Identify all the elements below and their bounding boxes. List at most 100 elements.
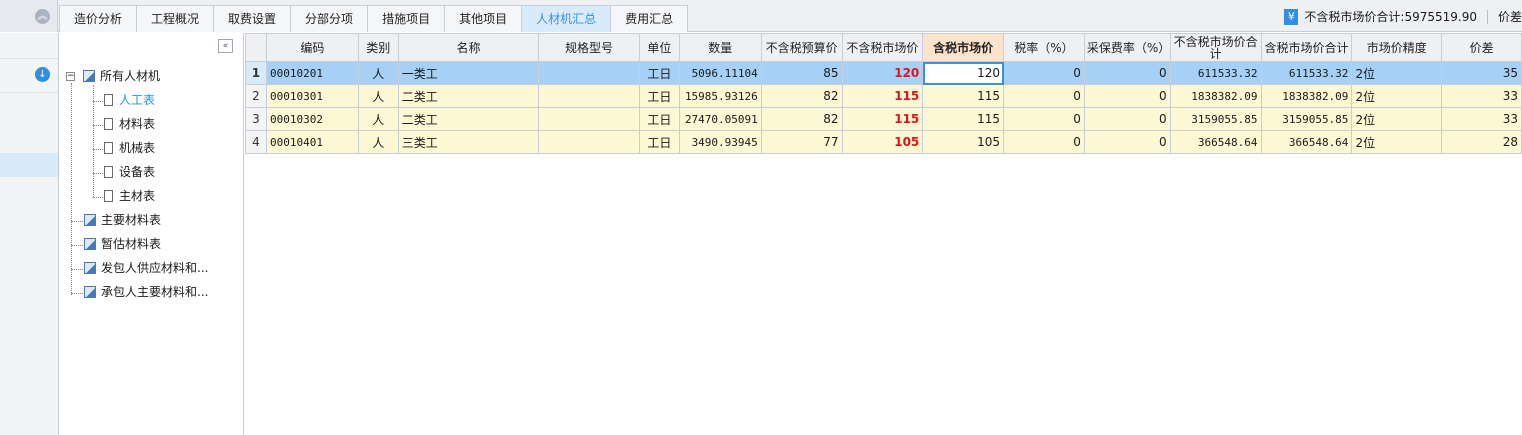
cell-fee-rate[interactable]: 0 (1083, 107, 1171, 131)
cell-budget[interactable]: 85 (760, 61, 843, 85)
column-header[interactable]: 类别 (357, 33, 399, 62)
tab-fee-settings[interactable]: 取费设置 (214, 5, 292, 32)
tree-item-key-materials[interactable]: 主要材料表 (84, 210, 161, 230)
column-header[interactable]: 采保费率（%） (1083, 33, 1171, 62)
cell-diff[interactable]: 33 (1441, 107, 1522, 131)
column-header-highlighted[interactable]: 含税市场价 (922, 33, 1005, 62)
tree-item-material[interactable]: 材料表 (104, 114, 155, 134)
cell-diff[interactable]: 28 (1441, 130, 1522, 154)
row-number-cell[interactable]: 2 (245, 84, 267, 108)
cell-market-tax[interactable]: 105 (922, 130, 1005, 154)
tab-cost-analysis[interactable]: 造价分析 (59, 5, 138, 32)
cell-tax-rate[interactable]: 0 (1003, 84, 1085, 108)
cell-name[interactable]: 二类工 (397, 84, 540, 108)
table-row[interactable]: 2 00010301 人二类工 工日 15985.93126 82 115 115 0 0 1838… (245, 84, 1522, 108)
cell-precision[interactable]: 2位 (1351, 61, 1443, 85)
left-nav-selected-item[interactable] (0, 153, 58, 177)
table-row[interactable]: 3 00010302 人二类工 工日 27470.05091 82 115 115 0 0 3159… (245, 107, 1522, 131)
cell-qty[interactable]: 15985.93126 (678, 84, 762, 108)
cell-precision[interactable]: 2位 (1351, 107, 1443, 131)
cell-precision[interactable]: 2位 (1351, 84, 1443, 108)
cell-qty[interactable]: 5096.11104 (678, 61, 762, 85)
cell-unit[interactable]: 工日 (638, 84, 680, 108)
tree-item-main-material[interactable]: 主材表 (104, 186, 155, 206)
column-header[interactable]: 市场价精度 (1351, 33, 1443, 62)
cell-market-tax[interactable]: 115 (922, 84, 1005, 108)
cell-budget[interactable]: 82 (760, 84, 843, 108)
tree-item-labor[interactable]: 人工表 (104, 90, 155, 110)
cell-qty[interactable]: 3490.93945 (678, 130, 762, 154)
cell-qty[interactable]: 27470.05091 (678, 107, 762, 131)
cell-code[interactable]: 00010302 (265, 107, 359, 131)
cell-tax-rate[interactable]: 0 (1003, 130, 1085, 154)
cell-tax-rate[interactable]: 0 (1003, 107, 1085, 131)
column-header[interactable]: 不含税市场价 (841, 33, 924, 62)
cell-unit[interactable]: 工日 (638, 107, 680, 131)
cell-market-total[interactable]: 611533.32 (1169, 61, 1262, 85)
table-row[interactable]: 4 00010401 人三类工 工日 3490.93945 77 105 105 0 0 36654… (245, 130, 1522, 154)
cell-fee-rate[interactable]: 0 (1083, 61, 1171, 85)
column-header[interactable]: 编码 (265, 33, 359, 62)
tab-sections[interactable]: 分部分项 (291, 5, 369, 32)
column-header[interactable]: 价差 (1441, 33, 1522, 62)
cell-market[interactable]: 115 (841, 84, 924, 108)
cell-code[interactable]: 00010401 (265, 130, 359, 154)
cell-fee-rate[interactable]: 0 (1083, 84, 1171, 108)
cell-unit[interactable]: 工日 (638, 61, 680, 85)
cell-spec[interactable] (538, 61, 640, 85)
table-row[interactable]: 1 00010201 人一类工 工日 5096.11104 85 120 120 0 0 61153… (245, 61, 1522, 85)
tab-fee-summary[interactable]: 费用汇总 (611, 5, 689, 32)
cell-market-tax-total[interactable]: 366548.64 (1260, 130, 1353, 154)
tree-item-machinery[interactable]: 机械表 (104, 138, 155, 158)
tab-labor-material-summary[interactable]: 人材机汇总 (522, 5, 612, 32)
cell-unit[interactable]: 工日 (638, 130, 680, 154)
cell-type[interactable]: 人 (357, 130, 399, 154)
cell-budget[interactable]: 82 (760, 107, 843, 131)
cell-market-tax-total[interactable]: 1838382.09 (1260, 84, 1353, 108)
cell-code[interactable]: 00010301 (265, 84, 359, 108)
tree-item-provisional-materials[interactable]: 暂估材料表 (84, 234, 161, 254)
tab-measures[interactable]: 措施项目 (368, 5, 446, 32)
cell-spec[interactable] (538, 130, 640, 154)
row-number-cell[interactable]: 1 (245, 61, 267, 85)
cell-name[interactable]: 三类工 (397, 130, 540, 154)
cell-budget[interactable]: 77 (760, 130, 843, 154)
cell-market[interactable]: 120 (841, 61, 924, 85)
cell-market[interactable]: 115 (841, 107, 924, 131)
cell-fee-rate[interactable]: 0 (1083, 130, 1171, 154)
cell-tax-rate[interactable]: 0 (1003, 61, 1085, 85)
cell-market-total[interactable]: 366548.64 (1169, 130, 1262, 154)
cell-market-total[interactable]: 1838382.09 (1169, 84, 1262, 108)
download-icon[interactable]: ↓ (35, 67, 50, 82)
cell-diff[interactable]: 35 (1441, 61, 1522, 85)
cell-name[interactable]: 二类工 (397, 107, 540, 131)
column-header[interactable]: 单位 (638, 33, 680, 62)
row-number-cell[interactable]: 4 (245, 130, 267, 154)
cell-spec[interactable] (538, 107, 640, 131)
tab-other-items[interactable]: 其他项目 (445, 5, 523, 32)
cell-market-tax[interactable]: 115 (922, 107, 1005, 131)
row-number-cell[interactable]: 3 (245, 107, 267, 131)
column-header[interactable]: 数量 (678, 33, 762, 62)
cell-market-tax[interactable]: 120 (922, 61, 1005, 85)
cell-name[interactable]: 一类工 (397, 61, 540, 85)
collapse-tree-button[interactable]: « (218, 39, 233, 53)
tree-item-owner-supplied[interactable]: 发包人供应材料和... (84, 258, 208, 278)
cell-market-tax-total[interactable]: 611533.32 (1260, 61, 1353, 85)
cell-spec[interactable] (538, 84, 640, 108)
cell-code[interactable]: 00010201 (265, 61, 359, 85)
cell-market-total[interactable]: 3159055.85 (1169, 107, 1262, 131)
tab-project-overview[interactable]: 工程概况 (137, 5, 215, 32)
double-chevron-up-icon[interactable]: ︽ (35, 9, 50, 24)
column-header[interactable]: 不含税市场价合计 (1169, 33, 1262, 62)
column-header[interactable]: 不含税预算价 (760, 33, 843, 62)
cell-precision[interactable]: 2位 (1351, 130, 1443, 154)
cell-type[interactable]: 人 (357, 107, 399, 131)
cell-market-tax-total[interactable]: 3159055.85 (1260, 107, 1353, 131)
cell-market[interactable]: 105 (841, 130, 924, 154)
cell-type[interactable]: 人 (357, 61, 399, 85)
cell-type[interactable]: 人 (357, 84, 399, 108)
tree-item-contractor-materials[interactable]: 承包人主要材料和... (84, 282, 208, 302)
collapse-panel-button[interactable]: ︽ (0, 0, 58, 32)
tree-item-all[interactable]: − 所有人材机 (66, 66, 160, 86)
